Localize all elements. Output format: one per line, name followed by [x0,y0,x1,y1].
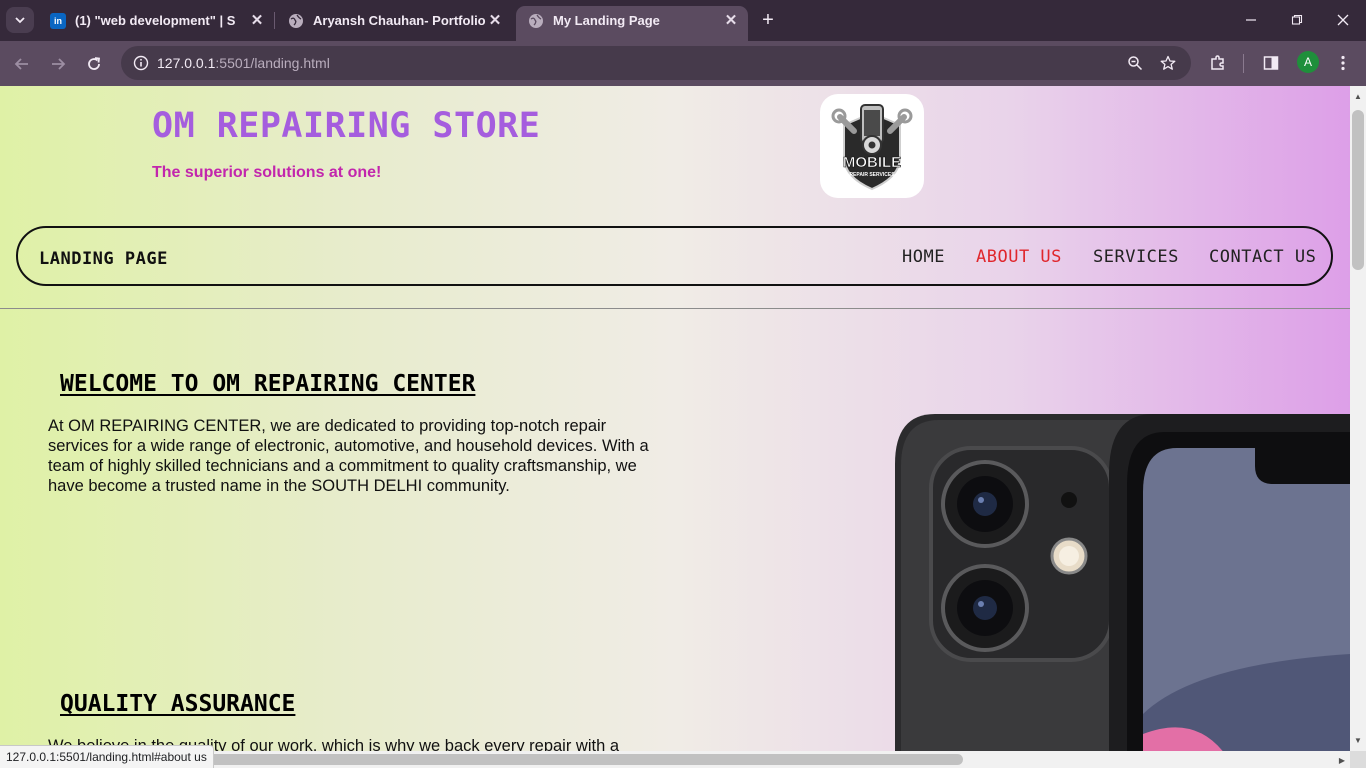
url-path: :5501/landing.html [215,55,330,71]
forward-button[interactable] [45,51,71,77]
link-status-bar: 127.0.0.1:5501/landing.html#about us [0,745,214,768]
minimize-button[interactable] [1236,8,1266,32]
logo-text-sub: REPAIR SERVICES [849,172,895,178]
restore-icon [1291,14,1303,25]
tab-strip: in (1) "web development" | Search ✕ Arya… [0,0,1366,41]
vertical-scrollbar[interactable]: ▲ ▼ [1350,86,1366,751]
tab-separator [274,12,275,29]
tab-landing-page[interactable]: My Landing Page ✕ [516,6,748,41]
site-tagline: The superior solutions at one! [152,164,382,181]
scroll-up-icon[interactable]: ▲ [1350,88,1366,104]
toolbar-separator [1243,54,1244,73]
scroll-right-icon[interactable]: ▶ [1334,752,1350,768]
chevron-down-icon [15,17,25,24]
quality-assurance-heading: QUALITY ASSURANCE [60,691,296,717]
linkedin-icon: in [50,12,66,29]
logo-text-main: MOBILE [843,154,901,171]
site-title: OM REPAIRING STORE [152,106,541,146]
address-bar[interactable]: 127.0.0.1:5501/landing.html [121,46,1191,80]
welcome-heading: WELCOME TO OM REPAIRING CENTER [60,371,476,397]
url-host: 127.0.0.1 [157,55,216,71]
site-info-icon[interactable] [129,51,153,75]
bookmark-star-icon[interactable] [1157,52,1179,74]
nav-link-services[interactable]: SERVICES [1093,247,1179,267]
reload-button[interactable] [81,51,107,77]
nav-link-about-us[interactable]: ABOUT US [976,247,1062,267]
store-logo: MOBILE REPAIR SERVICES [820,94,924,198]
menu-kebab-icon[interactable] [1331,51,1355,75]
extensions-icon[interactable] [1206,51,1230,75]
tab-portfolio[interactable]: Aryansh Chauhan- Portfolio ✕ [276,6,512,35]
back-button[interactable] [9,51,35,77]
scroll-down-icon[interactable]: ▼ [1350,732,1366,748]
welcome-paragraph: At OM REPAIRING CENTER, we are dedicated… [48,417,649,495]
zoom-icon[interactable] [1124,52,1146,74]
tab-search-button[interactable] [6,7,34,33]
globe-icon [528,13,544,29]
browser-toolbar: 127.0.0.1:5501/landing.html A [0,41,1366,86]
restore-button[interactable] [1282,8,1312,32]
profile-avatar[interactable]: A [1297,51,1319,73]
vertical-scroll-thumb[interactable] [1352,110,1364,270]
arrow-left-icon [14,58,28,70]
tab-title: (1) "web development" | Search [75,13,235,28]
close-window-button[interactable] [1328,8,1358,32]
tab-title: Aryansh Chauhan- Portfolio [313,13,486,28]
site-navbar: LANDING PAGE HOME ABOUT US SERVICES CONT… [16,226,1333,286]
arrow-right-icon [52,58,66,70]
mobile-repair-logo-icon: MOBILE REPAIR SERVICES [831,104,913,191]
reload-icon [88,57,101,70]
url-text[interactable]: 127.0.0.1:5501/landing.html [157,55,330,71]
tab-title: My Landing Page [553,13,660,28]
close-tab-icon[interactable]: ✕ [486,11,504,29]
scrollbar-corner [1350,751,1366,768]
tab-linkedin-search[interactable]: in (1) "web development" | Search ✕ [38,6,274,35]
side-panel-icon[interactable] [1259,51,1283,75]
nav-link-home[interactable]: HOME [902,247,945,267]
new-tab-button[interactable]: + [756,8,780,32]
close-tab-icon[interactable]: ✕ [248,11,266,29]
nav-link-contact-us[interactable]: CONTACT US [1209,247,1316,267]
close-tab-icon[interactable]: ✕ [722,11,740,29]
close-icon [1337,14,1349,26]
nav-brand[interactable]: LANDING PAGE [39,249,168,269]
header-divider [0,308,1350,309]
globe-icon [288,13,304,29]
minimize-icon [1246,19,1256,21]
page-viewport: OM REPAIRING STORE The superior solution… [0,86,1350,751]
iphone-image [895,414,1350,751]
